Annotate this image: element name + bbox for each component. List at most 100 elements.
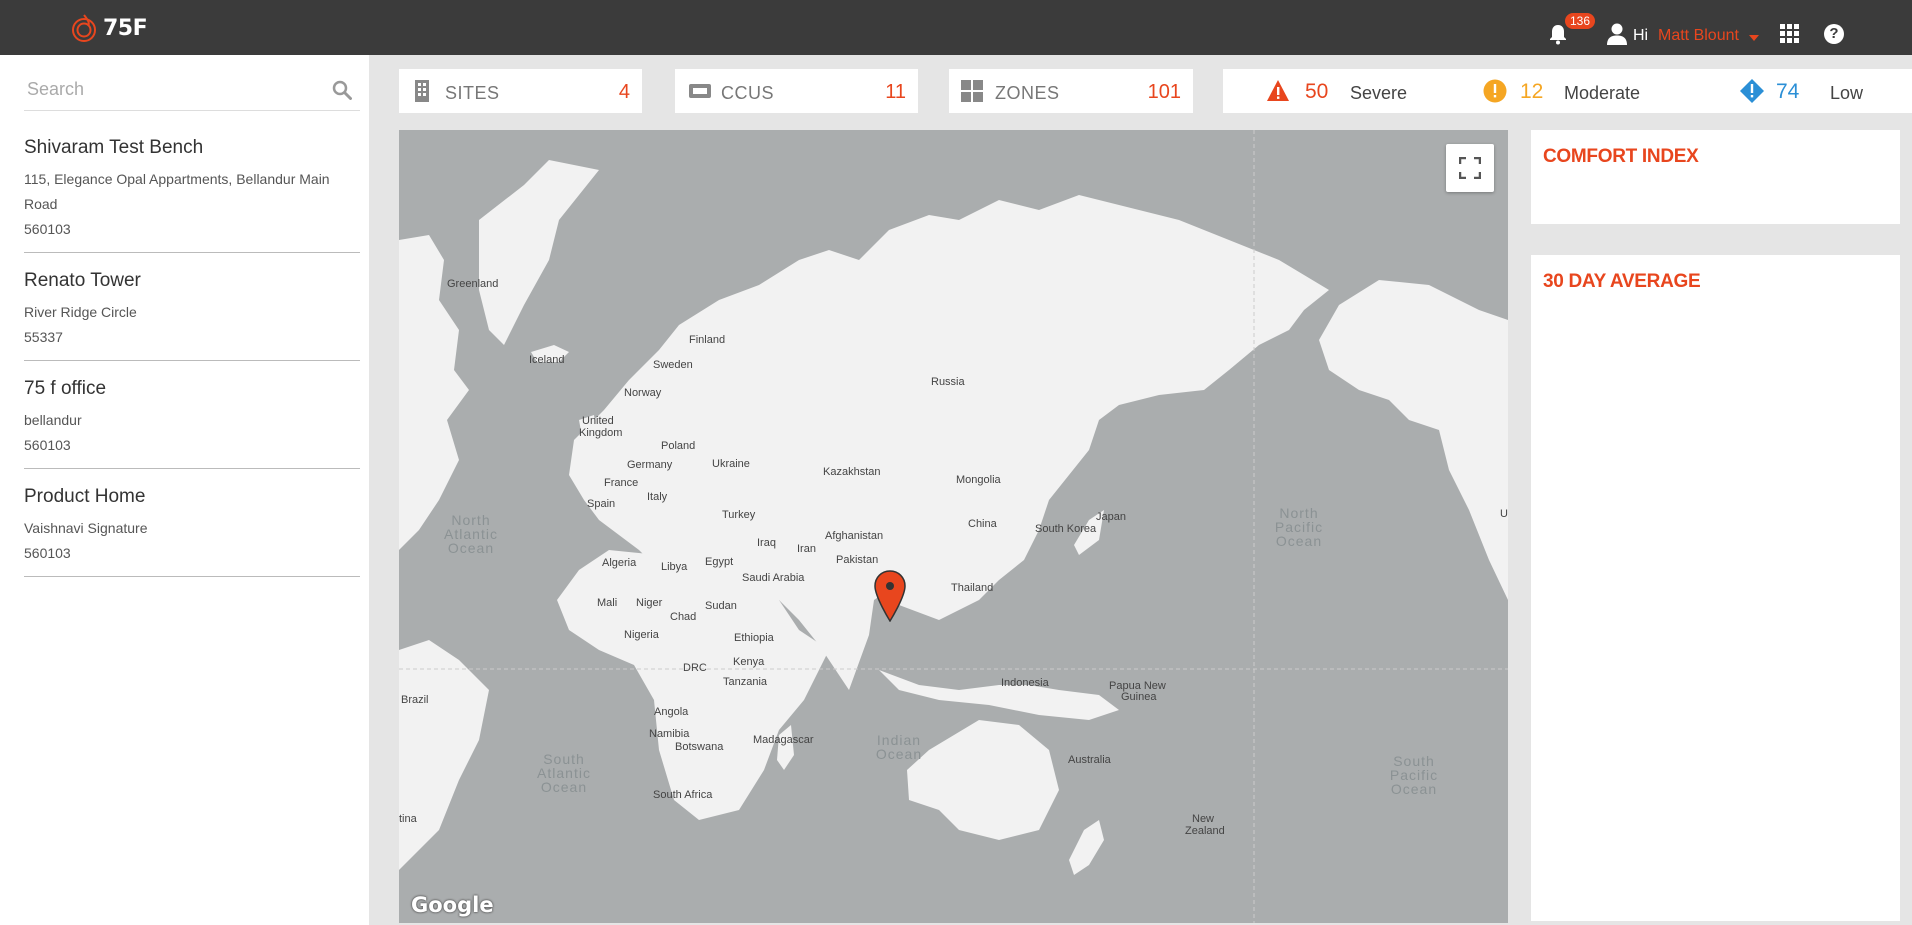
thirty-day-average-title: 30 DAY AVERAGE — [1543, 271, 1701, 292]
map-marker-icon[interactable] — [874, 570, 906, 622]
building-icon — [415, 80, 429, 102]
map-label: Chad — [670, 611, 697, 623]
fullscreen-icon — [1459, 157, 1481, 179]
sites-label: SITES — [445, 83, 500, 103]
map-label: Mali — [597, 597, 618, 609]
map-label: Norway — [624, 387, 662, 399]
chevron-down-icon[interactable] — [1749, 35, 1759, 41]
map-label: Angola — [654, 706, 689, 718]
map-label: Saudi Arabia — [742, 572, 805, 584]
fullscreen-button[interactable] — [1446, 144, 1494, 192]
severe-count[interactable]: 50 — [1305, 80, 1328, 104]
map-label: Iran — [797, 543, 816, 555]
map-label: Kazakhstan — [823, 466, 881, 478]
map-label: Nigeria — [624, 629, 659, 641]
low-label: Low — [1830, 83, 1864, 103]
site-name: Product Home — [24, 486, 146, 507]
search-input[interactable] — [27, 77, 307, 101]
map-label: Guinea — [1121, 691, 1157, 703]
map-label: Pakistan — [836, 554, 879, 566]
map-label: Greenland — [447, 278, 499, 290]
comfort-index-panel: COMFORT INDEX — [1531, 130, 1900, 224]
site-list-item[interactable]: Product Home Vaishnavi Signature 560103 — [24, 486, 360, 577]
search-box — [24, 65, 360, 111]
map-label: Poland — [661, 440, 696, 452]
comfort-index-title: COMFORT INDEX — [1543, 146, 1699, 167]
site-address: River Ridge Circle — [24, 304, 137, 320]
moderate-label: Moderate — [1564, 83, 1641, 103]
user-name-dropdown[interactable]: Matt Blount — [1658, 27, 1739, 45]
map-label: France — [604, 477, 639, 489]
map-label: Kenya — [733, 656, 765, 668]
info-diamond-icon[interactable] — [1740, 79, 1764, 103]
low-count[interactable]: 74 — [1776, 80, 1799, 104]
map-label: Thailand — [951, 582, 994, 594]
map-label: U — [1500, 508, 1508, 520]
brand-name: 75F — [103, 15, 148, 41]
search-icon[interactable] — [332, 80, 352, 100]
warning-triangle-icon[interactable] — [1266, 79, 1290, 103]
world-map[interactable]: Greenland Iceland Finland Sweden Norway … — [399, 130, 1508, 923]
map-label: Algeria — [602, 557, 637, 569]
site-name: 75 f office — [24, 378, 107, 399]
site-list-item[interactable]: Shivaram Test Bench 115, Elegance Opal A… — [24, 137, 360, 253]
map-label: tina — [399, 813, 417, 825]
map-label: Namibia — [649, 728, 690, 740]
map-label: Finland — [689, 334, 726, 346]
site-zip: 560103 — [24, 437, 71, 453]
site-name: Shivaram Test Bench — [24, 137, 204, 158]
top-bar: 75F 136 Hi Matt Blount ? — [0, 0, 1912, 55]
site-zip: 560103 — [24, 221, 71, 237]
site-address: bellandur — [24, 412, 82, 428]
map-label: Russia — [931, 376, 965, 388]
map-label: Libya — [661, 561, 688, 573]
map-label: Turkey — [722, 509, 756, 521]
help-icon[interactable]: ? — [1824, 24, 1844, 44]
ocean-label: Indian Ocean — [875, 732, 923, 762]
zones-stat-card[interactable]: ZONES 101 — [949, 69, 1193, 113]
map-label: Indonesia — [1001, 677, 1049, 689]
user-icon[interactable] — [1606, 22, 1628, 46]
map-label: Tanzania — [723, 676, 768, 688]
map-label: Afghanistan — [825, 530, 884, 542]
map-label: Brazil — [401, 694, 429, 706]
warning-circle-icon[interactable] — [1483, 79, 1507, 103]
greeting-text: Hi — [1633, 27, 1649, 44]
ocean-label: North Pacific Ocean — [1274, 505, 1324, 549]
map-label: Sudan — [705, 600, 737, 612]
map-label: China — [968, 518, 997, 530]
controller-icon — [689, 84, 711, 98]
map-label: New — [1192, 813, 1215, 825]
logo-flame-icon — [72, 14, 96, 42]
map-label: Zealand — [1185, 825, 1225, 837]
sites-stat-card[interactable]: SITES 4 — [399, 69, 642, 113]
ccus-label: CCUS — [721, 83, 775, 103]
ccus-stat-card[interactable]: CCUS 11 — [675, 69, 918, 113]
ocean-label: South Atlantic Ocean — [537, 751, 591, 795]
map-label: Niger — [636, 597, 663, 609]
site-name: Renato Tower — [24, 270, 141, 291]
zones-count: 101 — [1147, 81, 1181, 103]
notification-badge: 136 — [1565, 13, 1596, 29]
site-list-item[interactable]: 75 f office bellandur 560103 — [24, 378, 360, 469]
google-attribution[interactable]: Google — [411, 893, 494, 917]
zones-label: ZONES — [995, 83, 1060, 103]
brand-logo[interactable]: 75F — [69, 13, 148, 43]
map-label: DRC — [683, 662, 707, 674]
map-label: Ukraine — [712, 458, 750, 470]
severe-label: Severe — [1350, 83, 1408, 103]
map-label: South Africa — [653, 789, 713, 801]
map-label: Ethiopia — [734, 632, 774, 644]
map-label: Japan — [1096, 511, 1126, 523]
map-label: Sweden — [653, 359, 693, 371]
map-land-shapes — [399, 130, 1508, 923]
thirty-day-average-panel: 30 DAY AVERAGE — [1531, 255, 1900, 921]
map-label: Iceland — [529, 354, 565, 366]
apps-grid-icon[interactable] — [1780, 24, 1799, 43]
moderate-count[interactable]: 12 — [1520, 80, 1543, 104]
site-zip: 560103 — [24, 545, 71, 561]
site-zip: 55337 — [24, 329, 63, 345]
site-list-item[interactable]: Renato Tower River Ridge Circle 55337 — [24, 270, 360, 361]
map-label: Mongolia — [956, 474, 1001, 486]
site-list-sidebar: Shivaram Test Bench 115, Elegance Opal A… — [0, 55, 369, 925]
